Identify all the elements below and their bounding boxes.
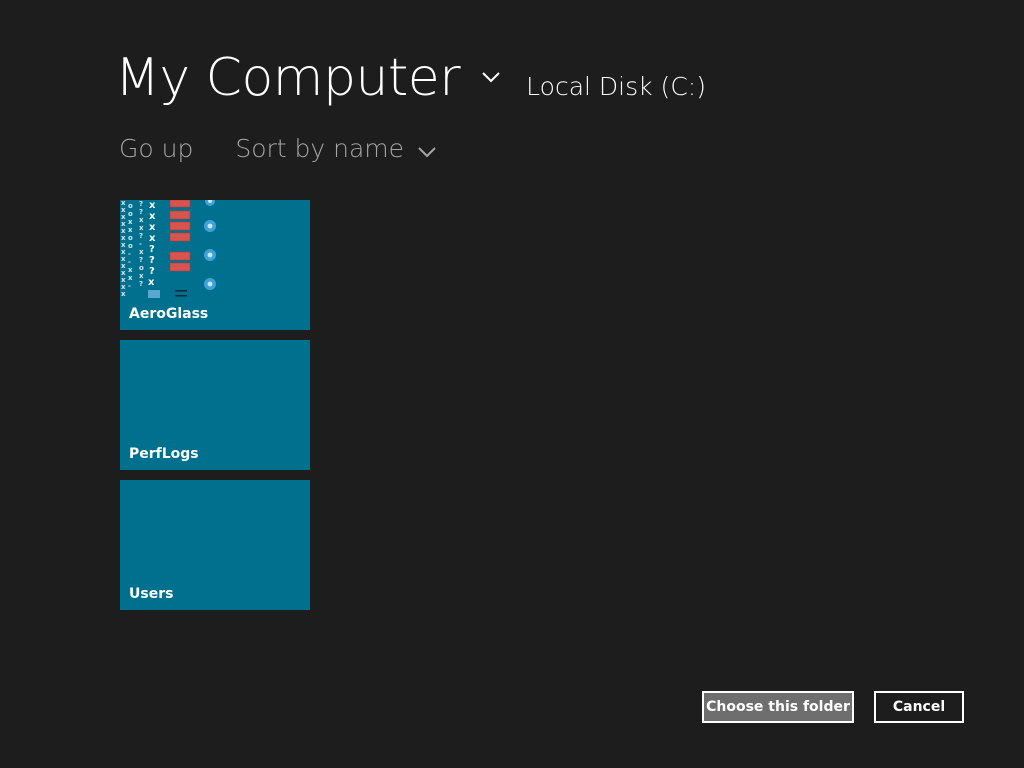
svg-text:x: x bbox=[139, 272, 144, 280]
folder-name: AeroGlass bbox=[129, 306, 209, 322]
go-up-button[interactable]: Go up bbox=[119, 134, 193, 163]
svg-text:x: x bbox=[149, 211, 156, 222]
svg-text:x: x bbox=[128, 226, 133, 234]
svg-text:x: x bbox=[149, 200, 156, 211]
folder-tile-users[interactable]: Users bbox=[120, 480, 310, 610]
svg-text:x: x bbox=[149, 222, 156, 233]
svg-text:?: ? bbox=[139, 200, 143, 208]
folder-name: Users bbox=[129, 586, 174, 602]
chevron-down-icon bbox=[482, 68, 500, 87]
svg-text:-: - bbox=[128, 282, 131, 290]
svg-text:x: x bbox=[139, 224, 144, 232]
svg-text:x: x bbox=[128, 274, 133, 282]
svg-text:x: x bbox=[149, 233, 156, 244]
svg-text:o: o bbox=[128, 242, 133, 250]
svg-text:?: ? bbox=[149, 244, 155, 255]
svg-text:-: - bbox=[128, 258, 131, 266]
folder-picker: My Computer Local Disk (C:) Go up Sort b… bbox=[0, 0, 1024, 768]
folder-tile-perflogs[interactable]: PerfLogs bbox=[120, 340, 310, 470]
current-folder-label: Local Disk (C:) bbox=[526, 72, 706, 101]
header: My Computer Local Disk (C:) bbox=[115, 48, 706, 108]
svg-text:x: x bbox=[139, 216, 144, 224]
location-dropdown[interactable]: My Computer bbox=[115, 48, 526, 108]
svg-text:x: x bbox=[148, 277, 155, 288]
svg-text:o: o bbox=[128, 234, 133, 242]
svg-text:o: o bbox=[128, 210, 133, 218]
cancel-button[interactable]: Cancel bbox=[874, 691, 964, 723]
svg-text:x: x bbox=[121, 290, 126, 298]
svg-text:?: ? bbox=[149, 266, 155, 277]
folder-thumbnail: xxxx xxxx xxxx xx ooxx oo-- xx- ??xx ?-x… bbox=[121, 200, 216, 298]
svg-text:x: x bbox=[128, 266, 133, 274]
svg-text:?: ? bbox=[139, 256, 143, 264]
sort-label: Sort by name bbox=[235, 134, 405, 163]
svg-text:o: o bbox=[128, 202, 133, 210]
svg-text:-: - bbox=[139, 240, 142, 248]
svg-text:x: x bbox=[139, 248, 144, 256]
svg-text:?: ? bbox=[139, 280, 143, 288]
svg-text:x: x bbox=[128, 218, 133, 226]
command-bar: Go up Sort by name bbox=[119, 134, 436, 163]
folder-tile-aeroglass[interactable]: xxxx xxxx xxxx xx ooxx oo-- xx- ?? x x ? - x… bbox=[120, 200, 310, 330]
location-title: My Computer bbox=[115, 48, 461, 108]
svg-text:?: ? bbox=[139, 232, 143, 240]
choose-folder-button[interactable]: Choose this folder bbox=[702, 691, 854, 723]
folder-list: xxxx xxxx xxxx xx ooxx oo-- xx- ?? x x ? - x… bbox=[120, 200, 310, 620]
svg-text:o: o bbox=[139, 264, 144, 272]
svg-text:-: - bbox=[128, 250, 131, 258]
chevron-down-icon bbox=[418, 135, 436, 164]
svg-text:?: ? bbox=[149, 255, 155, 266]
svg-text:?: ? bbox=[139, 208, 143, 216]
folder-name: PerfLogs bbox=[129, 446, 199, 462]
sort-dropdown[interactable]: Sort by name bbox=[235, 134, 436, 163]
